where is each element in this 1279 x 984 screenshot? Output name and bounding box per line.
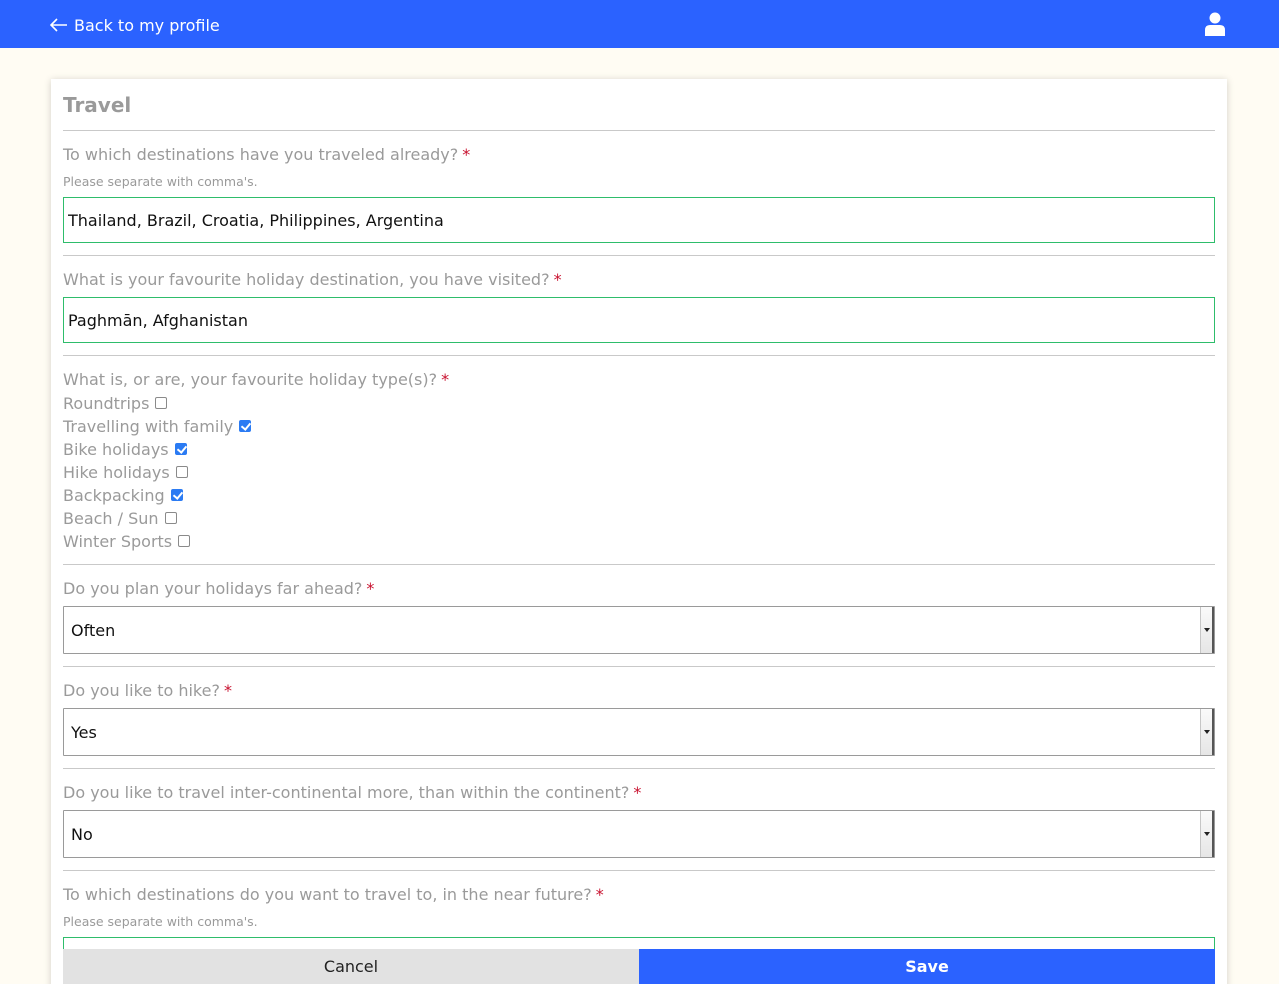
back-to-profile-link[interactable]: Back to my profile xyxy=(50,13,220,37)
user-icon[interactable] xyxy=(1205,12,1225,36)
divider xyxy=(63,255,1215,256)
divider xyxy=(63,666,1215,667)
divider xyxy=(63,564,1215,565)
checkbox[interactable] xyxy=(170,489,183,501)
required-marker: * xyxy=(462,145,471,164)
like-hike-select[interactable]: Yes xyxy=(63,708,1215,756)
required-marker: * xyxy=(366,579,375,598)
checkbox[interactable] xyxy=(174,443,187,455)
save-button[interactable]: Save xyxy=(639,949,1215,984)
question-future-destinations-label: To which destinations do you want to tra… xyxy=(63,885,604,904)
checkbox[interactable] xyxy=(155,397,168,409)
traveled-destinations-input[interactable] xyxy=(63,197,1215,243)
inter-continental-select[interactable]: No xyxy=(63,810,1215,858)
favourite-destination-input[interactable] xyxy=(63,297,1215,343)
question-favourite-destination-label: What is your favourite holiday destinati… xyxy=(63,270,562,289)
checkbox[interactable] xyxy=(239,420,252,432)
holiday-type-hike-holidays[interactable]: Hike holidays xyxy=(63,461,188,483)
required-marker: * xyxy=(553,270,562,289)
chevron-down-icon[interactable] xyxy=(1200,811,1214,857)
question-inter-continental-label: Do you like to travel inter-continental … xyxy=(63,783,642,802)
top-bar: Back to my profile xyxy=(0,0,1279,48)
divider xyxy=(63,870,1215,871)
holiday-type-backpacking[interactable]: Backpacking xyxy=(63,484,183,506)
required-marker: * xyxy=(633,783,642,802)
chevron-down-icon[interactable] xyxy=(1200,607,1214,653)
question-traveled-destinations-label: To which destinations have you traveled … xyxy=(63,145,471,164)
holiday-type-winter-sports[interactable]: Winter Sports xyxy=(63,530,191,552)
holiday-type-bike-holidays[interactable]: Bike holidays xyxy=(63,438,187,460)
card-title: Travel xyxy=(63,93,132,117)
checkbox[interactable] xyxy=(164,512,177,524)
required-marker: * xyxy=(595,885,604,904)
question-like-hike-label: Do you like to hike? * xyxy=(63,681,232,700)
selected-value: Yes xyxy=(71,723,97,742)
checkbox[interactable] xyxy=(178,535,191,547)
divider xyxy=(63,130,1215,131)
checkbox[interactable] xyxy=(175,466,188,478)
selected-value: Often xyxy=(71,621,116,640)
selected-value: No xyxy=(71,825,93,844)
chevron-down-icon[interactable] xyxy=(1200,709,1214,755)
cancel-button[interactable]: Cancel xyxy=(63,949,639,984)
holiday-type-roundtrips[interactable]: Roundtrips xyxy=(63,392,168,414)
question-traveled-destinations-hint: Please separate with comma's. xyxy=(63,174,258,189)
question-holiday-types-label: What is, or are, your favourite holiday … xyxy=(63,370,450,389)
travel-form-card: Travel To which destinations have you tr… xyxy=(51,79,1227,984)
holiday-type-beach-sun[interactable]: Beach / Sun xyxy=(63,507,177,529)
arrow-left-icon xyxy=(50,18,67,32)
question-future-destinations-hint: Please separate with comma's. xyxy=(63,914,258,929)
question-plan-ahead-label: Do you plan your holidays far ahead? * xyxy=(63,579,375,598)
required-marker: * xyxy=(441,370,450,389)
required-marker: * xyxy=(223,681,232,700)
back-link-label: Back to my profile xyxy=(74,15,220,35)
plan-ahead-select[interactable]: Often xyxy=(63,606,1215,654)
divider xyxy=(63,355,1215,356)
divider xyxy=(63,768,1215,769)
holiday-type-travelling-with-family[interactable]: Travelling with family xyxy=(63,415,252,437)
